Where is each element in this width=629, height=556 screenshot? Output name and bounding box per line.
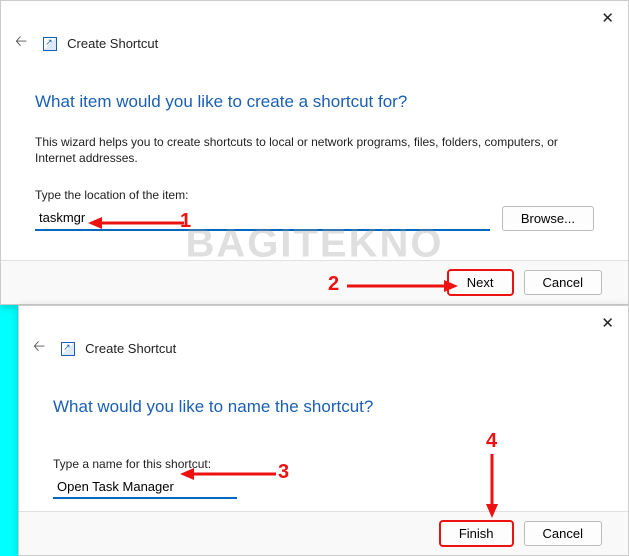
browse-button[interactable]: Browse... [502,206,594,231]
back-arrow-icon[interactable]: 🡠 [9,29,33,58]
next-button[interactable]: Next [447,269,514,296]
cancel-button[interactable]: Cancel [524,521,602,546]
close-icon[interactable]: ✕ [601,314,614,332]
wizard-heading: What would you like to name the shortcut… [53,397,594,417]
back-arrow-icon[interactable]: 🡠 [27,334,51,363]
dialog-button-row: Finish Cancel [19,511,628,555]
wizard-heading: What item would you like to create a sho… [35,92,594,112]
dialog-title: Create Shortcut [67,36,158,51]
shortcut-icon [61,342,75,356]
name-label: Type a name for this shortcut: [53,457,594,471]
titlebar: ✕ [19,306,628,338]
create-shortcut-dialog-step2: ✕ 🡠 Create Shortcut What would you like … [18,305,629,556]
create-shortcut-dialog-step1: ✕ 🡠 Create Shortcut What item would you … [0,0,629,305]
close-icon[interactable]: ✕ [601,9,614,27]
dialog-button-row: Next Cancel [1,260,628,304]
finish-button[interactable]: Finish [439,520,514,547]
location-input[interactable] [35,207,490,231]
location-label: Type the location of the item: [35,188,594,202]
wizard-description: This wizard helps you to create shortcut… [35,134,594,166]
cancel-button[interactable]: Cancel [524,270,602,295]
dialog-title: Create Shortcut [85,341,176,356]
shortcut-icon [43,37,57,51]
titlebar: ✕ [1,1,628,33]
shortcut-name-input[interactable] [53,475,237,499]
